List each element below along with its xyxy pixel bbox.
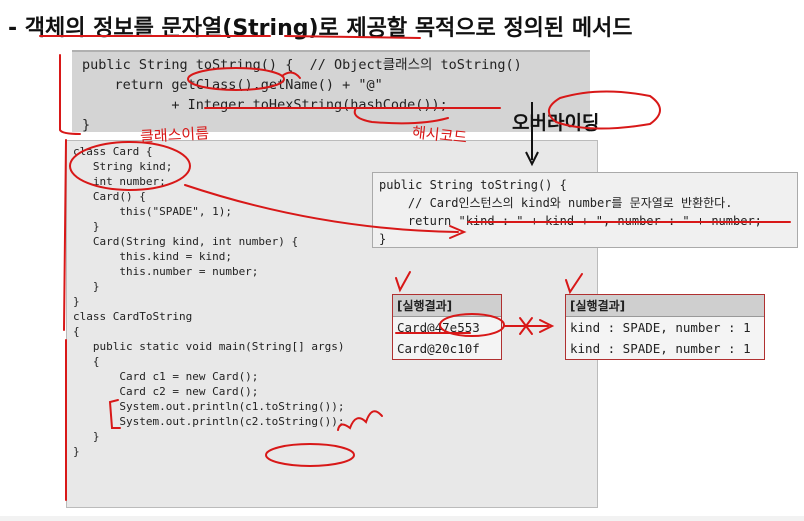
heading-underline bbox=[39, 35, 421, 39]
scribble bbox=[337, 410, 383, 431]
override-circle bbox=[548, 90, 661, 130]
hash-circle bbox=[439, 313, 505, 337]
check-mark bbox=[395, 271, 411, 293]
bottom-strip bbox=[0, 516, 804, 521]
fields-circle bbox=[69, 141, 191, 191]
tostring-circle bbox=[265, 443, 355, 467]
getclass-circle bbox=[187, 67, 285, 91]
check-mark bbox=[565, 273, 583, 295]
top-bracket bbox=[59, 54, 81, 135]
handwritten-marks bbox=[39, 35, 791, 501]
fields-arrow bbox=[184, 184, 459, 233]
cards-bracket bbox=[108, 399, 121, 429]
hash-curve bbox=[353, 107, 449, 125]
class-bracket bbox=[63, 139, 67, 331]
